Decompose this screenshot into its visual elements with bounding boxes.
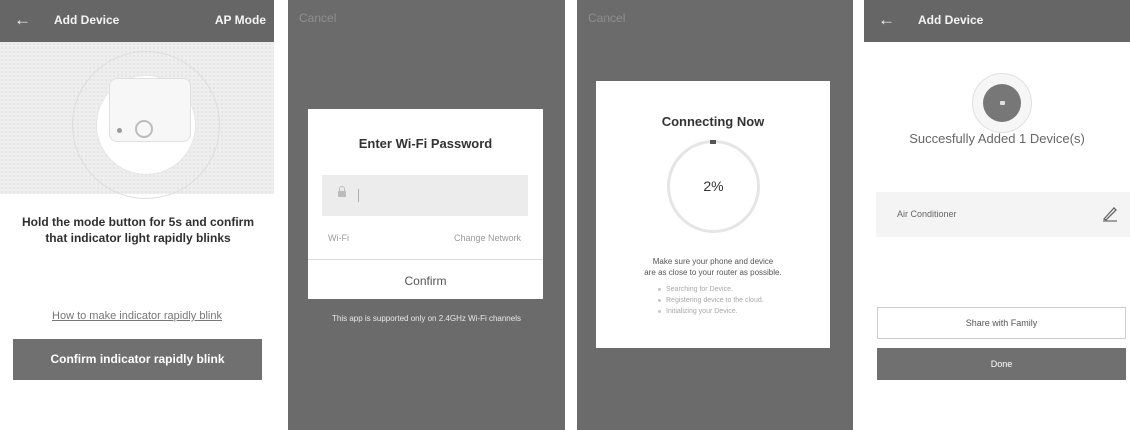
screen-connecting: Cancel Connecting Now 2% Make sure your … (577, 0, 853, 430)
step-label: Searching for Device. (666, 286, 733, 293)
list-item: Initializing your Device. (658, 306, 764, 317)
wifi-label: Wi-Fi (328, 233, 349, 243)
bullet-icon (658, 287, 661, 291)
step-label: Registering device to the cloud. (666, 297, 764, 304)
pencil-icon[interactable] (1102, 204, 1118, 222)
screen-add-success: ← Add Device Succesfully Added 1 Device(… (864, 0, 1130, 430)
dialog-title: Connecting Now (661, 114, 765, 129)
header-bar: ← Add Device (864, 0, 1130, 42)
text-cursor (358, 189, 359, 202)
arrow-left-icon[interactable]: ← (878, 10, 895, 30)
message-line-2: are as close to your router as possible. (644, 268, 782, 277)
connection-steps: Searching for Device. Registering device… (658, 284, 764, 317)
led-indicator-icon (117, 128, 122, 133)
bullet-icon (658, 309, 661, 313)
cancel-button[interactable]: Cancel (299, 11, 336, 25)
screen-add-device-instructions: ← Add Device AP Mode Hold the mode butto… (0, 0, 274, 430)
header-bar: ← Add Device AP Mode (0, 0, 274, 42)
wifi-channel-note: This app is supported only on 2.4GHz Wi-… (332, 314, 521, 323)
progress-percent: 2% (703, 178, 724, 194)
device-row[interactable]: Air Conditioner (876, 192, 1130, 237)
success-message: Succesfully Added 1 Device(s) (909, 131, 1085, 146)
page-title: Add Device (918, 13, 984, 27)
dialog-title: Enter Wi-Fi Password (358, 136, 493, 151)
confirm-button[interactable]: Confirm (308, 274, 543, 288)
divider (308, 259, 543, 260)
power-button-icon (135, 120, 153, 138)
message-line-1: Make sure your phone and device (652, 257, 774, 266)
progress-indicator (710, 140, 716, 144)
ap-mode-button[interactable]: AP Mode (215, 13, 266, 27)
list-item: Registering device to the cloud. (658, 295, 764, 306)
list-item: Searching for Device. (658, 284, 764, 295)
screen-wifi-password: Cancel Enter Wi-Fi Password Wi-Fi Change… (288, 0, 565, 430)
password-input[interactable] (322, 175, 528, 216)
step-label: Initializing your Device. (666, 308, 738, 315)
proximity-message: Make sure your phone and device are as c… (606, 256, 820, 278)
device-name: Air Conditioner (897, 209, 957, 219)
done-button[interactable]: Done (877, 348, 1126, 380)
cancel-button[interactable]: Cancel (588, 11, 625, 25)
help-link[interactable]: How to make indicator rapidly blink (0, 310, 274, 322)
instruction-text: Hold the mode button for 5s and confirm … (22, 215, 254, 245)
wifi-password-dialog: Enter Wi-Fi Password Wi-Fi Change Networ… (308, 109, 543, 299)
confirm-blink-button[interactable]: Confirm indicator rapidly blink (13, 339, 262, 380)
bullet-icon (658, 298, 661, 302)
share-with-family-button[interactable]: Share with Family (877, 307, 1126, 339)
device-icon-mark (1000, 101, 1005, 105)
change-network-link[interactable]: Change Network (454, 233, 521, 243)
connecting-dialog: Connecting Now 2% Make sure your phone a… (596, 81, 830, 348)
page-title: Add Device (54, 13, 120, 27)
arrow-left-icon[interactable]: ← (14, 10, 31, 30)
lock-icon (338, 186, 346, 197)
